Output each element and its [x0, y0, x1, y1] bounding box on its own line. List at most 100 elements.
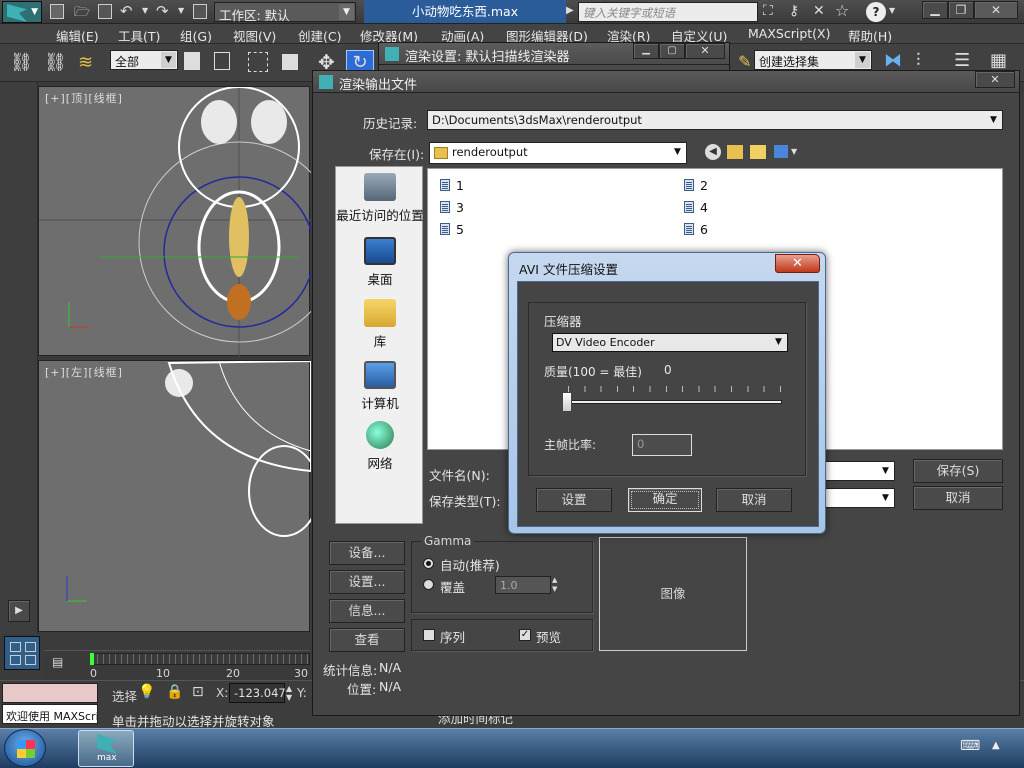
filetype-dropdown[interactable]: ▼	[823, 488, 895, 508]
setup-button[interactable]: 设置...	[329, 570, 405, 594]
maxscript-listener-pink[interactable]	[2, 683, 98, 703]
menu-create[interactable]: 创建(C)	[298, 26, 341, 45]
avi-ok-button[interactable]: 确定	[628, 488, 702, 512]
menu-views[interactable]: 视图(V)	[233, 26, 276, 45]
binoculars-icon[interactable]: ⛶	[763, 3, 773, 19]
render-setup-minimize-button[interactable]: ▁	[633, 43, 659, 59]
place-network[interactable]: 网络	[336, 421, 424, 472]
named-selection-dropdown[interactable]: 创建选择集 ▼	[754, 50, 872, 70]
view-button[interactable]: 查看	[329, 628, 405, 652]
help-icon[interactable]: ?	[866, 2, 886, 22]
pencil-icon[interactable]: ✎	[738, 52, 751, 71]
save-file-icon[interactable]	[98, 4, 112, 19]
viewport-top[interactable]: [+][顶][线框]	[38, 86, 311, 357]
unlink-icon[interactable]: ⛓	[44, 52, 67, 73]
taskbar-app-3dsmax[interactable]: max	[78, 730, 134, 767]
command-panel-toggle-button[interactable]: ▶	[8, 600, 30, 622]
viewport-layout-icon[interactable]	[4, 636, 40, 670]
selection-filter-dropdown[interactable]: 全部 ▼	[110, 50, 178, 70]
chevron-down-icon[interactable]: ▼	[791, 147, 797, 156]
file-item[interactable]: 3	[440, 200, 464, 215]
star-icon[interactable]: ☆	[835, 1, 849, 20]
history-dropdown[interactable]: D:\Documents\3dsMax\renderoutput ▼	[427, 110, 1003, 130]
x-coord-spinner[interactable]: ▲ ▼	[286, 684, 292, 702]
quality-slider-thumb[interactable]	[562, 392, 572, 412]
open-file-icon[interactable]: 🗁	[74, 3, 90, 25]
app-menu-button[interactable]: ▼	[2, 1, 42, 23]
new-file-icon[interactable]	[50, 4, 64, 19]
sequence-checkbox[interactable]	[423, 629, 435, 641]
start-button[interactable]	[4, 729, 46, 767]
cancel-button[interactable]: 取消	[913, 486, 1003, 510]
render-output-titlebar[interactable]: 渲染输出文件	[313, 71, 1019, 93]
place-desktop[interactable]: 桌面	[336, 237, 424, 288]
align-icon[interactable]: ⫶	[916, 50, 921, 71]
preview-checkbox[interactable]: ✓	[519, 629, 531, 641]
keyframe-input[interactable]: 0	[632, 434, 692, 456]
mirror-icon[interactable]: ⧓	[884, 50, 902, 71]
avi-setup-button[interactable]: 设置	[536, 488, 612, 512]
render-setup-close-button[interactable]: ✕	[685, 43, 725, 59]
viewport-left[interactable]: [+][左][线框]	[38, 360, 311, 632]
undo-dropdown-icon[interactable]: ▼	[142, 6, 148, 15]
isolate-icon[interactable]: 💡	[138, 684, 155, 700]
file-item[interactable]: 5	[440, 222, 464, 237]
avi-cancel-button[interactable]: 取消	[716, 488, 792, 512]
up-folder-icon[interactable]	[727, 145, 743, 159]
search-expand-icon[interactable]: ▶	[566, 5, 574, 16]
filename-input[interactable]: ▼	[823, 461, 895, 481]
help-dropdown-icon[interactable]: ▼	[889, 6, 895, 15]
new-folder-icon[interactable]	[750, 145, 766, 159]
save-in-dropdown[interactable]: renderoutput ▼	[429, 142, 687, 164]
exchange-icon[interactable]: ✕	[813, 3, 825, 19]
menu-help[interactable]: 帮助(H)	[848, 26, 892, 45]
info-button[interactable]: 信息...	[329, 599, 405, 623]
maxscript-listener[interactable]: 欢迎使用 MAXScri	[2, 704, 98, 724]
tray-expand-icon[interactable]: ▲	[992, 740, 1000, 751]
save-button[interactable]: 保存(S)	[913, 459, 1003, 483]
render-output-close-button[interactable]: ✕	[975, 71, 1015, 88]
key-icon[interactable]: ⚷	[789, 3, 799, 19]
view-menu-icon[interactable]	[774, 145, 788, 158]
place-recent[interactable]: 最近访问的位置	[336, 173, 424, 224]
select-object-icon[interactable]	[184, 52, 200, 70]
x-coord-field[interactable]: -123.047	[229, 683, 286, 703]
gamma-override-radio[interactable]	[423, 579, 434, 590]
curve-editor-icon[interactable]: ▤	[52, 655, 63, 669]
redo-dropdown-icon[interactable]: ▼	[178, 6, 184, 15]
lock-icon[interactable]: 🔒	[166, 684, 183, 700]
time-slider[interactable]	[90, 653, 94, 665]
workspace-dropdown[interactable]: 工作区: 默认 ▼	[214, 2, 356, 23]
absolute-mode-icon[interactable]: ⊡	[192, 684, 204, 700]
window-restore-button[interactable]: ❐	[948, 1, 974, 19]
link-icon[interactable]: ⛓	[10, 52, 33, 73]
bind-spacewarp-icon[interactable]: ≋	[78, 52, 93, 73]
timeline-track[interactable]	[90, 653, 310, 665]
menu-tools[interactable]: 工具(T)	[118, 26, 160, 45]
window-close-button[interactable]: ✕	[974, 1, 1018, 19]
file-item[interactable]: 2	[684, 178, 708, 193]
avi-dialog-close-button[interactable]: ✕	[775, 254, 820, 273]
file-item[interactable]: 1	[440, 178, 464, 193]
undo-icon[interactable]: ↶	[120, 2, 133, 20]
gamma-override-field[interactable]: 1.0	[495, 576, 551, 594]
timeline[interactable]: ▤ 0 10 20 30	[44, 650, 310, 680]
keyboard-icon[interactable]: ⌨	[960, 738, 980, 754]
file-item[interactable]: 6	[684, 222, 708, 237]
select-by-name-icon[interactable]	[214, 52, 230, 70]
place-computer[interactable]: 计算机	[336, 361, 424, 412]
gamma-spinner[interactable]: ▲ ▼	[552, 576, 557, 594]
file-item[interactable]: 4	[684, 200, 708, 215]
devices-button[interactable]: 设备...	[329, 541, 405, 565]
menu-edit[interactable]: 编辑(E)	[56, 26, 99, 45]
search-input[interactable]: 键入关键字或短语	[578, 2, 758, 22]
menu-group[interactable]: 组(G)	[180, 26, 212, 45]
quality-slider-track[interactable]	[564, 400, 782, 404]
project-folder-icon[interactable]	[193, 4, 207, 19]
back-icon[interactable]: ◀	[705, 144, 721, 160]
window-minimize-button[interactable]: ▁	[922, 1, 948, 19]
place-library[interactable]: 库	[336, 299, 424, 350]
gamma-auto-radio[interactable]	[423, 558, 434, 569]
compressor-dropdown[interactable]: DV Video Encoder ▼	[552, 333, 788, 352]
rectangular-region-icon[interactable]	[248, 52, 268, 72]
